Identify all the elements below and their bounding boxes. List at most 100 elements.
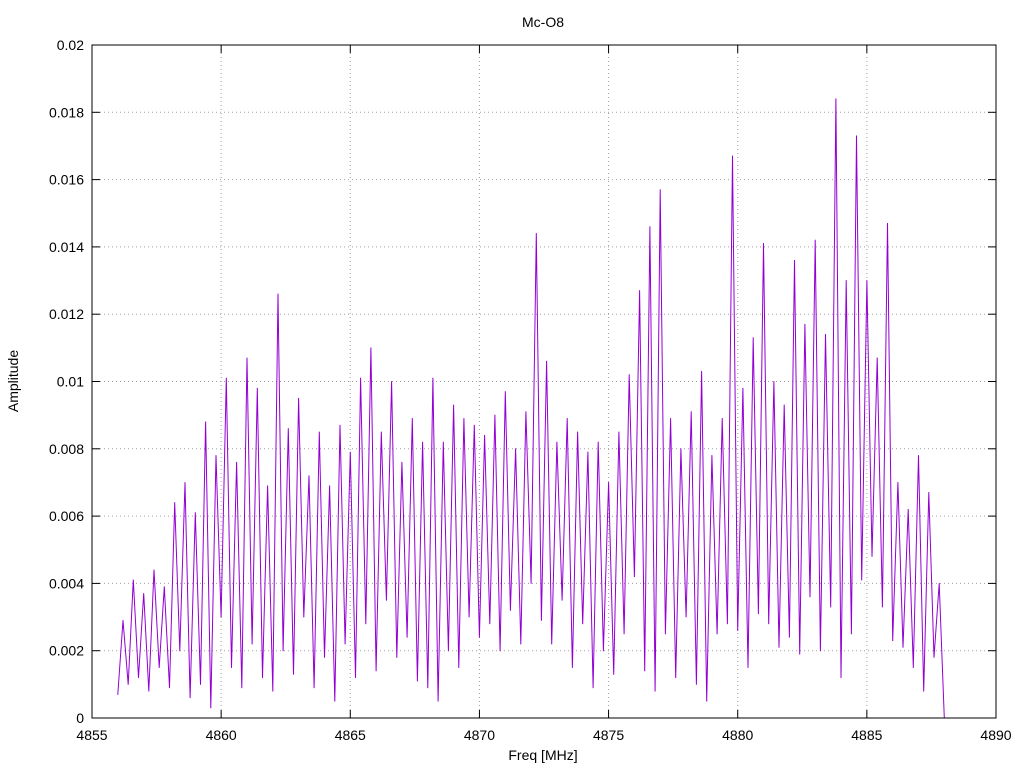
data-point	[530, 582, 532, 584]
data-point	[737, 630, 739, 632]
data-point	[520, 643, 522, 645]
data-point	[535, 232, 537, 234]
data-point	[783, 404, 785, 406]
data-point	[236, 461, 238, 463]
x-tick-label: 4860	[206, 727, 237, 743]
data-point	[933, 656, 935, 658]
series-line	[117, 98, 945, 719]
data-point	[334, 700, 336, 702]
data-point	[406, 636, 408, 638]
data-point	[561, 599, 563, 601]
y-tick-label: 0.002	[49, 643, 84, 659]
data-point	[778, 646, 780, 648]
data-point	[747, 667, 749, 669]
data-point	[504, 391, 506, 393]
data-point	[199, 683, 201, 685]
data-point	[711, 455, 713, 457]
x-tick-label: 4855	[76, 727, 107, 743]
data-point	[298, 397, 300, 399]
data-point	[308, 475, 310, 477]
data-point	[189, 697, 191, 699]
data-point	[582, 623, 584, 625]
data-point	[861, 579, 863, 581]
data-point	[757, 613, 759, 615]
data-point	[313, 687, 315, 689]
data-point	[876, 357, 878, 359]
y-tick-label: 0.018	[49, 104, 84, 120]
data-point	[556, 441, 558, 443]
data-point	[241, 687, 243, 689]
data-point	[587, 451, 589, 453]
data-point	[489, 623, 491, 625]
data-point	[174, 502, 176, 504]
y-axis-label: Amplitude	[5, 350, 21, 412]
data-point	[938, 582, 940, 584]
data-point	[277, 293, 279, 295]
data-point	[354, 677, 356, 679]
data-point	[732, 155, 734, 157]
data-point	[752, 337, 754, 339]
data-point	[411, 418, 413, 420]
data-point	[401, 461, 403, 463]
data-point	[272, 690, 274, 692]
data-point	[437, 700, 439, 702]
data-point	[396, 656, 398, 658]
data-point	[835, 98, 837, 100]
data-point	[282, 650, 284, 652]
data-point	[525, 411, 527, 413]
data-point	[840, 677, 842, 679]
y-tick-label: 0.014	[49, 239, 84, 255]
data-point	[664, 633, 666, 635]
data-point	[365, 623, 367, 625]
x-tick-label: 4865	[335, 727, 366, 743]
data-point	[633, 576, 635, 578]
data-point	[230, 667, 232, 669]
data-point	[380, 431, 382, 433]
data-point	[215, 455, 217, 457]
data-point	[613, 673, 615, 675]
data-point	[158, 667, 160, 669]
data-point	[628, 374, 630, 376]
data-point	[137, 677, 139, 679]
x-axis-label: Freq [MHz]	[508, 747, 577, 763]
data-point	[608, 481, 610, 483]
data-point	[375, 670, 377, 672]
data-point	[721, 418, 723, 420]
data-point	[850, 633, 852, 635]
data-point	[416, 680, 418, 682]
data-point	[706, 700, 708, 702]
x-tick-label: 4890	[980, 727, 1011, 743]
data-point	[763, 243, 765, 245]
data-point	[370, 347, 372, 349]
data-point	[463, 418, 465, 420]
data-point	[871, 555, 873, 557]
data-point	[794, 259, 796, 261]
data-point	[546, 360, 548, 362]
y-tick-label: 0.01	[57, 374, 84, 390]
data-point	[571, 667, 573, 669]
data-point	[902, 646, 904, 648]
data-point	[618, 431, 620, 433]
data-point	[912, 667, 914, 669]
grid	[92, 45, 996, 718]
data-point	[540, 619, 542, 621]
data-point	[887, 222, 889, 224]
data-point	[148, 690, 150, 692]
data-point	[210, 707, 212, 709]
data-point	[592, 687, 594, 689]
data-point	[256, 387, 258, 389]
data-point	[447, 650, 449, 652]
data-point	[695, 683, 697, 685]
data-point	[478, 636, 480, 638]
data-point	[484, 434, 486, 436]
data-point	[205, 421, 207, 423]
data-point	[597, 441, 599, 443]
data-point	[220, 616, 222, 618]
data-point	[422, 441, 424, 443]
data-point	[856, 135, 858, 137]
data-point	[127, 683, 129, 685]
data-point	[551, 643, 553, 645]
x-tick-label: 4870	[464, 727, 495, 743]
data-point	[892, 640, 894, 642]
data-point	[246, 357, 248, 359]
